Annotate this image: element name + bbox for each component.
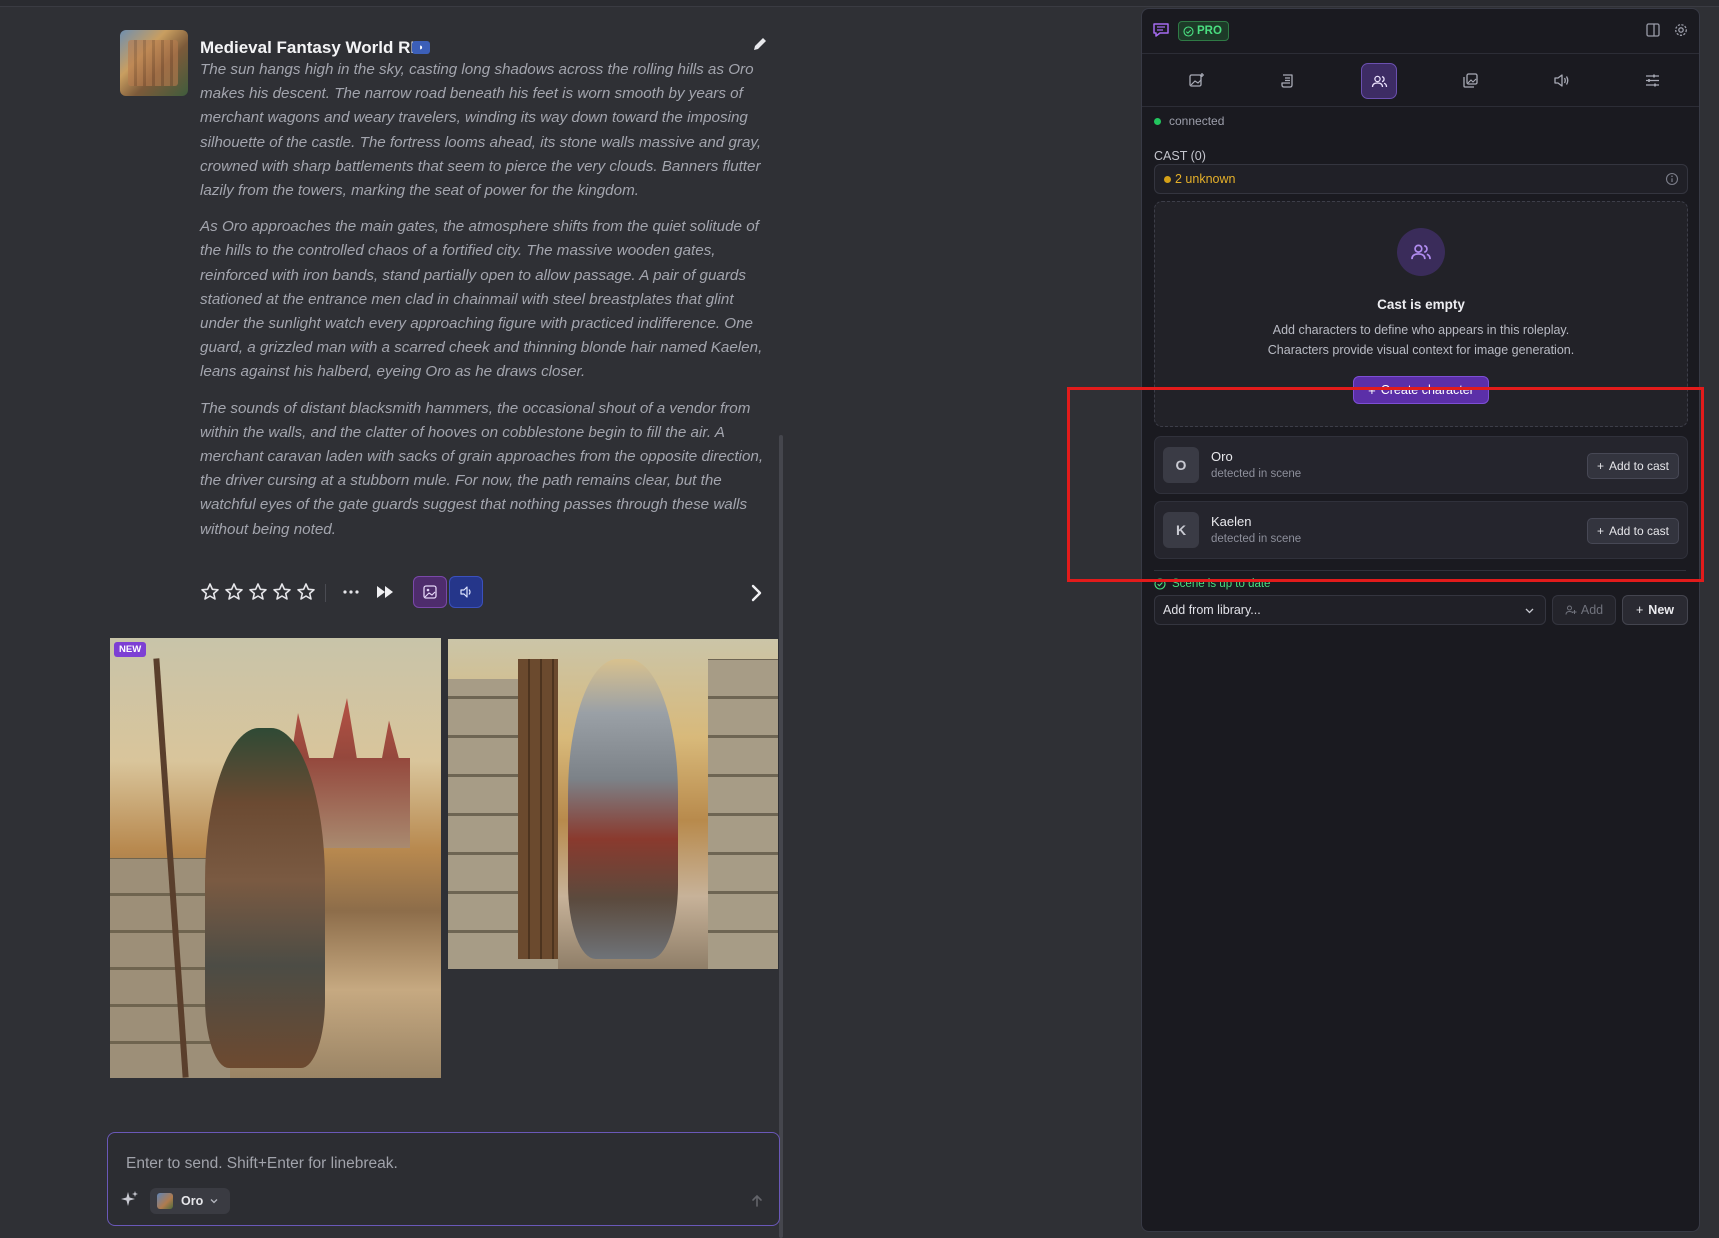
message-title: Medieval Fantasy World RP bbox=[200, 38, 422, 57]
users-icon bbox=[1411, 244, 1431, 260]
users-circle-icon bbox=[1397, 228, 1445, 276]
generate-audio-button[interactable] bbox=[449, 576, 483, 608]
rating-star-3-icon[interactable] bbox=[248, 582, 268, 602]
speaker-icon bbox=[460, 586, 471, 598]
top-edge bbox=[0, 0, 1719, 7]
layout-toggle-icon[interactable] bbox=[1645, 22, 1661, 38]
scroll-icon bbox=[1280, 73, 1293, 88]
image-plus-icon bbox=[1188, 72, 1204, 87]
library-select[interactable]: Add from library... bbox=[1154, 595, 1546, 625]
chevron-down-icon bbox=[1525, 608, 1534, 614]
message-composer: Oro bbox=[107, 1132, 780, 1226]
empty-title: Cast is empty bbox=[1377, 297, 1465, 312]
check-circle-icon bbox=[1183, 25, 1194, 37]
status-dot bbox=[1154, 117, 1161, 125]
plus-icon: + bbox=[1635, 603, 1644, 617]
rating-star-2-icon[interactable] bbox=[224, 582, 244, 602]
connection-status: connected bbox=[1154, 113, 1224, 129]
new-character-button[interactable]: + New bbox=[1622, 595, 1688, 625]
image-icon bbox=[423, 585, 437, 599]
generate-image-button[interactable] bbox=[413, 576, 447, 608]
tab-audio[interactable] bbox=[1544, 63, 1578, 97]
tab-settings[interactable] bbox=[1635, 63, 1669, 97]
chat-bubble-logo-icon bbox=[1153, 23, 1169, 37]
edit-message-button[interactable] bbox=[750, 34, 770, 54]
moon-badge-icon: ◗ bbox=[412, 41, 430, 54]
gallery-icon bbox=[1462, 72, 1478, 88]
info-icon[interactable] bbox=[1665, 172, 1679, 186]
tab-cast[interactable] bbox=[1361, 63, 1397, 99]
sliders-icon bbox=[1645, 74, 1659, 86]
message-input[interactable] bbox=[124, 1151, 748, 1177]
panel-header: PRO bbox=[1142, 9, 1699, 53]
user-plus-icon bbox=[1565, 605, 1577, 615]
message-paragraph: The sun hangs high in the sky, casting l… bbox=[200, 61, 762, 200]
pro-label: PRO bbox=[1197, 25, 1222, 37]
character-selector[interactable]: Oro bbox=[150, 1188, 230, 1214]
rating-star-5-icon[interactable] bbox=[296, 582, 316, 602]
unknown-count: 2 unknown bbox=[1175, 172, 1236, 186]
send-icon[interactable] bbox=[749, 1193, 765, 1209]
new-badge: NEW bbox=[114, 642, 147, 657]
panel-tabs bbox=[1142, 53, 1699, 107]
library-select-value: Add from library... bbox=[1163, 603, 1261, 617]
actions-divider bbox=[325, 584, 326, 602]
cast-panel: PRO connected CAST (0) 2 unknown Cast is… bbox=[1141, 8, 1700, 1232]
avatar[interactable] bbox=[120, 30, 188, 96]
highlight-box bbox=[1067, 387, 1704, 582]
chat-scrollbar[interactable] bbox=[779, 435, 783, 1238]
unknown-characters-bar[interactable]: 2 unknown bbox=[1154, 164, 1688, 194]
speaker-icon bbox=[1553, 73, 1568, 87]
message-actions bbox=[200, 576, 770, 608]
users-icon bbox=[1371, 75, 1387, 87]
gear-icon[interactable] bbox=[1673, 22, 1689, 38]
tab-gallery[interactable] bbox=[1453, 63, 1487, 97]
generated-image-1[interactable]: NEW bbox=[110, 638, 441, 1078]
rating-star-1-icon[interactable] bbox=[200, 582, 220, 602]
generated-image-2[interactable] bbox=[448, 639, 778, 969]
message-header: Medieval Fantasy World RP ◗ bbox=[200, 32, 770, 60]
sparkle-icon[interactable] bbox=[120, 1189, 140, 1209]
tab-image-generate[interactable] bbox=[1179, 63, 1213, 97]
add-from-library-button[interactable]: Add bbox=[1552, 595, 1616, 625]
empty-description: Add characters to define who appears in … bbox=[1267, 323, 1575, 357]
character-avatar bbox=[157, 1193, 173, 1209]
chevron-down-icon bbox=[210, 1199, 218, 1204]
message-body: The sun hangs high in the sky, casting l… bbox=[200, 58, 770, 554]
pro-badge: PRO bbox=[1178, 21, 1229, 41]
status-text: connected bbox=[1169, 114, 1225, 128]
warning-dot bbox=[1164, 176, 1171, 183]
pencil-icon bbox=[754, 38, 766, 50]
ellipsis-icon bbox=[343, 590, 359, 594]
rating-star-4-icon[interactable] bbox=[272, 582, 292, 602]
message-paragraph: As Oro approaches the main gates, the at… bbox=[200, 218, 763, 381]
chevron-right-icon[interactable] bbox=[746, 582, 766, 604]
fast-forward-icon bbox=[377, 586, 393, 598]
continue-button[interactable] bbox=[372, 580, 398, 604]
message-paragraph: The sounds of distant blacksmith hammers… bbox=[200, 399, 764, 538]
character-name: Oro bbox=[181, 1194, 204, 1208]
tab-scroll[interactable] bbox=[1270, 63, 1304, 97]
more-options-button[interactable] bbox=[338, 580, 364, 604]
cast-heading: CAST (0) bbox=[1154, 149, 1206, 163]
